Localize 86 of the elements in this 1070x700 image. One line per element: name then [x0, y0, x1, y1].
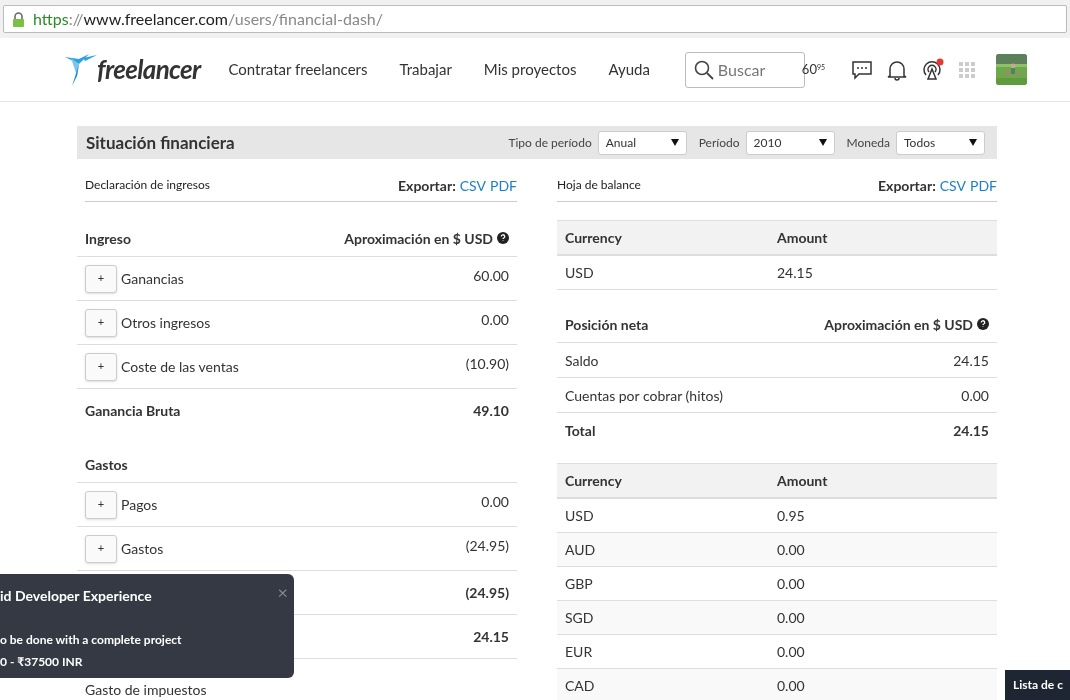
row-value: (10.90) [465, 354, 509, 374]
section-heading: Ingreso [85, 228, 132, 249]
lock-icon [12, 11, 25, 27]
export-label: Exportar: [878, 176, 936, 196]
export-link[interactable]: PDF [490, 175, 517, 196]
table-cell-text: 0.00 [777, 540, 806, 560]
row-value: 0.00 [961, 385, 989, 406]
help-icon [497, 232, 509, 244]
broadcast-icon[interactable] [921, 57, 946, 82]
table-cell-text: GBP [565, 574, 594, 594]
row-label: Ganancias [121, 269, 184, 289]
row-value: 60.00 [473, 266, 509, 286]
search-icon [693, 59, 714, 80]
caret-icon [670, 139, 679, 146]
table-cell-text: AUD [565, 540, 597, 560]
column-header: Amount [777, 471, 829, 491]
section-title: Declaración de ingresos [85, 176, 210, 194]
row-value: 0.00 [481, 310, 509, 330]
nav-link[interactable]: Contratar freelancers [228, 58, 368, 81]
help-icon [977, 318, 989, 330]
expand-button[interactable]: + [85, 490, 117, 519]
filter-label: Tipo de período [508, 133, 592, 152]
table-cell-text: 0.95 [777, 506, 806, 526]
filter-select[interactable]: 2010 [745, 130, 835, 155]
row-label: Saldo [565, 350, 599, 371]
export-link[interactable]: CSV [939, 175, 966, 196]
caret-icon [969, 139, 977, 146]
column-header: Currency [565, 228, 623, 248]
section-title: Hoja de balance [557, 176, 641, 194]
toast-title: id Developer Experience [0, 586, 152, 606]
row-label: Ganancia Bruta [85, 401, 181, 421]
table-cell-text: CAD [565, 676, 596, 696]
column-header: Currency [565, 471, 623, 491]
url-text: https://www.freelancer.com/users/financial-dash/ [33, 8, 383, 30]
filter-label: Moneda [846, 133, 890, 152]
page-title: Situación financiera [86, 130, 235, 155]
chat-icon[interactable] [851, 59, 874, 80]
table-cell-text: 0.00 [777, 676, 806, 696]
table-cell-text: USD [565, 263, 595, 283]
table-cell-text: USD [565, 506, 595, 526]
expand-button[interactable]: + [85, 534, 117, 563]
row-value: (24.95) [465, 536, 509, 556]
notification-toast[interactable]: id Developer Experience × o be done with a complete project 0 - ₹37500 INR [0, 574, 294, 678]
address-bar[interactable]: https://www.freelancer.com/users/financial-dash/ [3, 5, 1067, 33]
nav-link[interactable]: Mis proyectos [483, 58, 577, 81]
row-value: 49.10 [473, 401, 509, 421]
caret-icon [818, 139, 827, 146]
section-heading: Gastos [85, 454, 128, 475]
freelancer-logo[interactable]: freelancer [65, 50, 201, 89]
column-header: Aproximación en $ USD [824, 314, 973, 335]
table-cell-text: 0.00 [777, 642, 806, 662]
filter-label: Período [698, 133, 740, 152]
filter-select[interactable]: Todos [896, 130, 985, 155]
row-label: Otros ingresos [121, 313, 211, 333]
row-label: Pagos [121, 495, 158, 515]
table-cell-text: 24.15 [777, 263, 814, 283]
row-label: Gasto de impuestos [85, 680, 207, 700]
nav-link[interactable]: Ayuda [608, 58, 650, 81]
row-label: Cuentas por cobrar (hitos) [565, 385, 723, 406]
section-heading: Posición neta [565, 314, 649, 335]
toast-text: o be done with a complete project [0, 631, 182, 649]
nav-link[interactable]: Trabajar [399, 58, 452, 81]
table-cell-text: EUR [565, 642, 594, 662]
row-value: 24.15 [953, 350, 989, 371]
row-value: 24.15 [473, 627, 509, 647]
expand-button[interactable]: + [85, 352, 117, 381]
export-link[interactable]: PDF [970, 175, 997, 196]
table-cell-text: 0.00 [777, 608, 806, 628]
row-label: Coste de las ventas [121, 357, 239, 377]
row-value: (24.95) [465, 583, 509, 603]
expand-button[interactable]: + [85, 308, 117, 337]
column-header: Aproximación en $ USD [344, 228, 493, 249]
row-label: Total [565, 420, 596, 441]
table-cell-text: SGD [565, 608, 595, 628]
chat-list-tab[interactable]: Lista de c [1005, 670, 1070, 700]
export-link[interactable]: CSV [459, 175, 486, 196]
bell-icon[interactable] [887, 58, 908, 81]
column-header: Amount [777, 228, 829, 248]
export-label: Exportar: [398, 176, 456, 196]
toast-text: 0 - ₹37500 INR [0, 653, 83, 671]
row-value: 0.00 [481, 492, 509, 512]
row-value: 24.15 [953, 420, 989, 441]
row-label: Gastos [121, 539, 164, 559]
filter-select[interactable]: Anual [597, 130, 687, 155]
expand-button[interactable]: + [85, 264, 117, 293]
table-cell-text: 0.00 [777, 574, 806, 594]
